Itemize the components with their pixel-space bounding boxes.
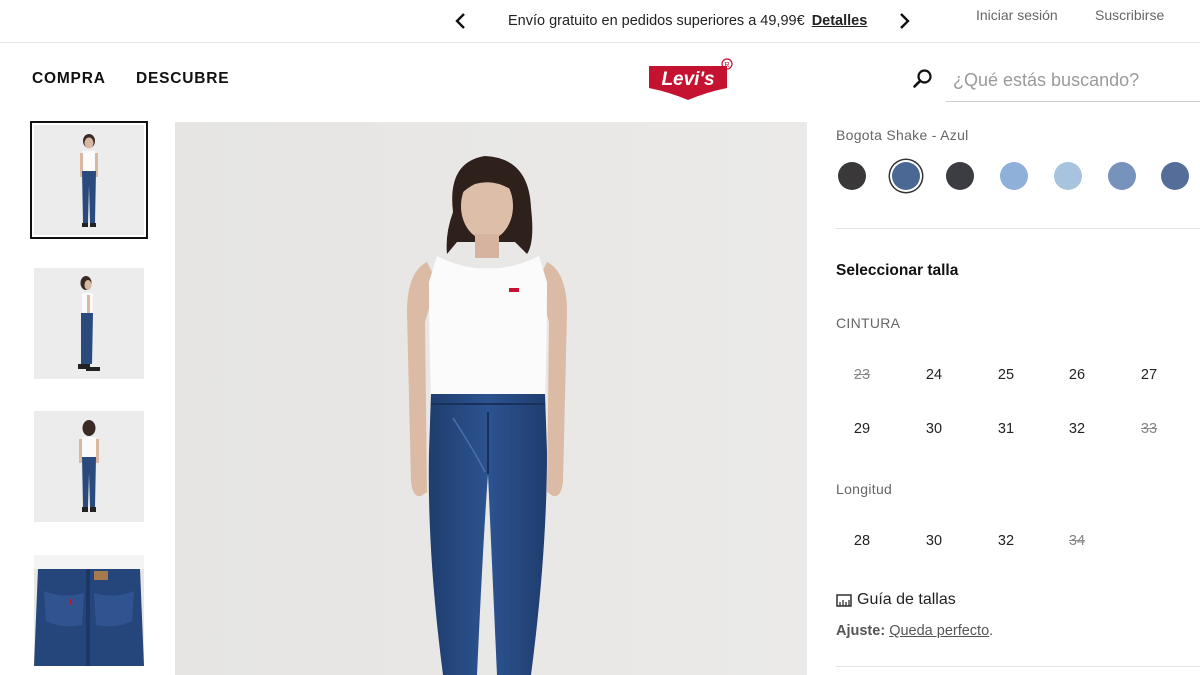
nav-discover[interactable]: DESCUBRE — [136, 70, 229, 88]
waist-size-option[interactable]: 31 — [981, 421, 1031, 437]
promo-text: Envío gratuito en pedidos superiores a 4… — [508, 13, 805, 29]
promo-details-link[interactable]: Detalles — [812, 13, 868, 29]
size-guide-link[interactable]: Guía de tallas — [836, 591, 956, 609]
thumbnail-back-detail[interactable] — [34, 555, 144, 666]
ruler-icon — [836, 594, 852, 607]
waist-size-option[interactable]: 25 — [981, 367, 1031, 383]
chevron-left-icon[interactable] — [451, 10, 471, 32]
size-guide-label: Guía de tallas — [857, 591, 956, 608]
color-swatch[interactable] — [1054, 162, 1082, 190]
waist-size-option[interactable]: 27 — [1124, 367, 1174, 383]
waist-size-option[interactable]: 33 — [1124, 421, 1174, 437]
size-section-title: Seleccionar talla — [836, 262, 959, 279]
promo-message: Envío gratuito en pedidos superiores a 4… — [508, 13, 867, 29]
color-swatch[interactable] — [1161, 162, 1189, 190]
length-size-option[interactable]: 28 — [837, 533, 887, 549]
length-size-option[interactable]: 34 — [1052, 533, 1102, 549]
fit-label: Ajuste: — [836, 623, 886, 639]
waist-size-option[interactable]: 32 — [1052, 421, 1102, 437]
subscribe-link[interactable]: Suscribirse — [1095, 7, 1164, 23]
search-input[interactable] — [946, 60, 1200, 102]
search-icon[interactable] — [912, 68, 934, 90]
waist-size-option[interactable]: 23 — [837, 367, 887, 383]
thumbnail-side[interactable] — [34, 268, 144, 379]
color-swatch[interactable] — [946, 162, 974, 190]
fit-info: Ajuste: Queda perfecto. — [836, 623, 993, 639]
waist-size-option[interactable]: 26 — [1052, 367, 1102, 383]
waist-size-option[interactable]: 30 — [909, 421, 959, 437]
waist-size-option[interactable]: 29 — [837, 421, 887, 437]
promo-bar: Envío gratuito en pedidos superiores a 4… — [0, 0, 1200, 43]
divider — [836, 666, 1200, 667]
fit-suffix: . — [989, 623, 994, 639]
levis-logo[interactable]: Levi's R — [647, 58, 737, 100]
thumbnail-back[interactable] — [34, 411, 144, 522]
waist-size-option[interactable]: 24 — [909, 367, 959, 383]
color-name: Bogota Shake - Azul — [836, 127, 969, 143]
waist-label: CINTURA — [836, 315, 901, 331]
svg-text:Levi's: Levi's — [661, 69, 714, 90]
length-size-option[interactable]: 30 — [909, 533, 959, 549]
length-label: Longitud — [836, 481, 893, 497]
divider — [836, 228, 1200, 229]
thumbnail-front[interactable] — [30, 121, 148, 239]
color-swatch[interactable] — [1108, 162, 1136, 190]
main-product-image[interactable] — [175, 122, 807, 675]
color-swatch[interactable] — [838, 162, 866, 190]
login-link[interactable]: Iniciar sesión — [976, 7, 1058, 23]
length-size-option[interactable]: 32 — [981, 533, 1031, 549]
svg-text:R: R — [724, 62, 729, 69]
chevron-right-icon[interactable] — [894, 10, 914, 32]
nav-shop[interactable]: COMPRA — [32, 70, 106, 88]
color-swatch[interactable] — [1000, 162, 1028, 190]
color-swatch[interactable] — [892, 162, 920, 190]
fit-value-link[interactable]: Queda perfecto — [889, 623, 989, 639]
